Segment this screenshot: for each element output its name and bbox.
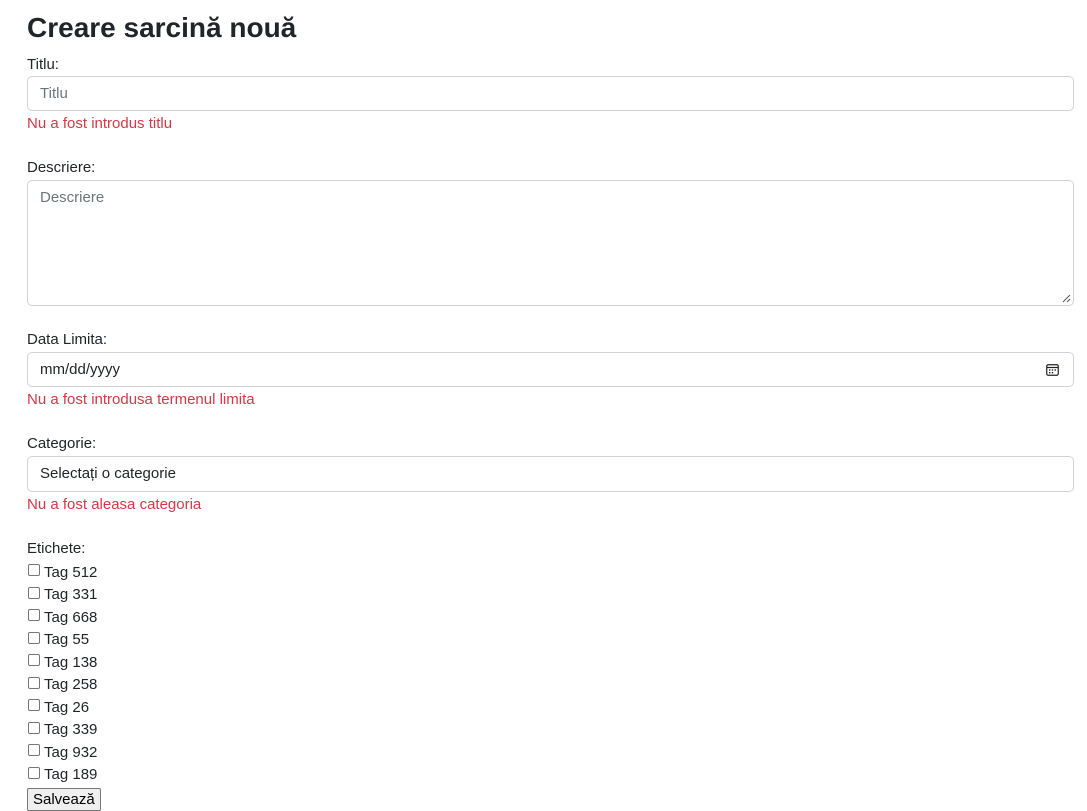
- tag-checkbox[interactable]: [28, 766, 40, 779]
- tag-item[interactable]: Tag 55: [27, 629, 1074, 652]
- tag-checkbox[interactable]: [28, 721, 40, 734]
- page-title: Creare sarcină nouă: [27, 12, 297, 43]
- tag-label: Tag 138: [44, 653, 98, 671]
- category-error: Nu a fost aleasa categoria: [27, 496, 202, 513]
- tag-label: Tag 512: [44, 563, 98, 581]
- deadline-label: Data Limita:: [27, 331, 108, 348]
- tag-label: Tag 258: [44, 676, 98, 694]
- tag-item[interactable]: Tag 26: [27, 696, 1074, 719]
- title-placeholder: Titlu: [40, 85, 68, 102]
- deadline-date-input[interactable]: mm/dd/yyyy: [27, 352, 1074, 387]
- tag-checkbox[interactable]: [28, 654, 40, 667]
- tag-checkbox[interactable]: [28, 699, 40, 712]
- tag-item[interactable]: Tag 932: [27, 741, 1074, 764]
- tag-label: Tag 668: [44, 608, 98, 626]
- deadline-error: Nu a fost introdusa termenul limita: [27, 391, 255, 408]
- tags-label: Etichete:: [27, 540, 86, 557]
- description-label: Descriere:: [27, 159, 96, 176]
- tag-label: Tag 55: [44, 631, 90, 649]
- tag-label: Tag 26: [44, 698, 90, 716]
- category-label: Categorie:: [27, 435, 97, 452]
- category-selected-value: Selectați o categorie: [40, 465, 176, 482]
- tag-checkbox[interactable]: [28, 676, 40, 689]
- tag-list: Tag 512 Tag 331 Tag 668 Tag 55 Tag 138 T…: [27, 561, 1074, 786]
- description-textarea[interactable]: Descriere: [27, 180, 1074, 306]
- tag-item[interactable]: Tag 668: [27, 606, 1074, 629]
- title-label: Titlu:: [27, 56, 59, 73]
- title-input[interactable]: Titlu: [27, 76, 1074, 111]
- tag-item[interactable]: Tag 138: [27, 651, 1074, 674]
- tag-checkbox[interactable]: [28, 609, 40, 622]
- tag-item[interactable]: Tag 258: [27, 674, 1074, 697]
- tag-checkbox[interactable]: [28, 564, 40, 577]
- calendar-icon[interactable]: [1046, 363, 1059, 376]
- resize-grip-icon[interactable]: [1062, 294, 1071, 303]
- description-placeholder: Descriere: [40, 189, 105, 206]
- tag-label: Tag 189: [44, 766, 98, 784]
- title-error: Nu a fost introdus titlu: [27, 115, 173, 132]
- tag-item[interactable]: Tag 512: [27, 561, 1074, 584]
- create-task-form: Creare sarcină nouă Titlu: Titlu Nu a fo…: [27, 0, 1074, 811]
- tag-item[interactable]: Tag 331: [27, 584, 1074, 607]
- tag-checkbox[interactable]: [28, 631, 40, 644]
- tag-item[interactable]: Tag 189: [27, 764, 1074, 787]
- tag-checkbox[interactable]: [28, 744, 40, 757]
- tag-checkbox[interactable]: [28, 586, 40, 599]
- save-button[interactable]: Salvează: [27, 788, 101, 811]
- deadline-value: mm/dd/yyyy: [40, 361, 121, 378]
- category-select[interactable]: Selectați o categorie: [27, 456, 1074, 492]
- tag-label: Tag 331: [44, 586, 98, 604]
- tag-item[interactable]: Tag 339: [27, 719, 1074, 742]
- tag-label: Tag 339: [44, 721, 98, 739]
- tag-label: Tag 932: [44, 743, 98, 761]
